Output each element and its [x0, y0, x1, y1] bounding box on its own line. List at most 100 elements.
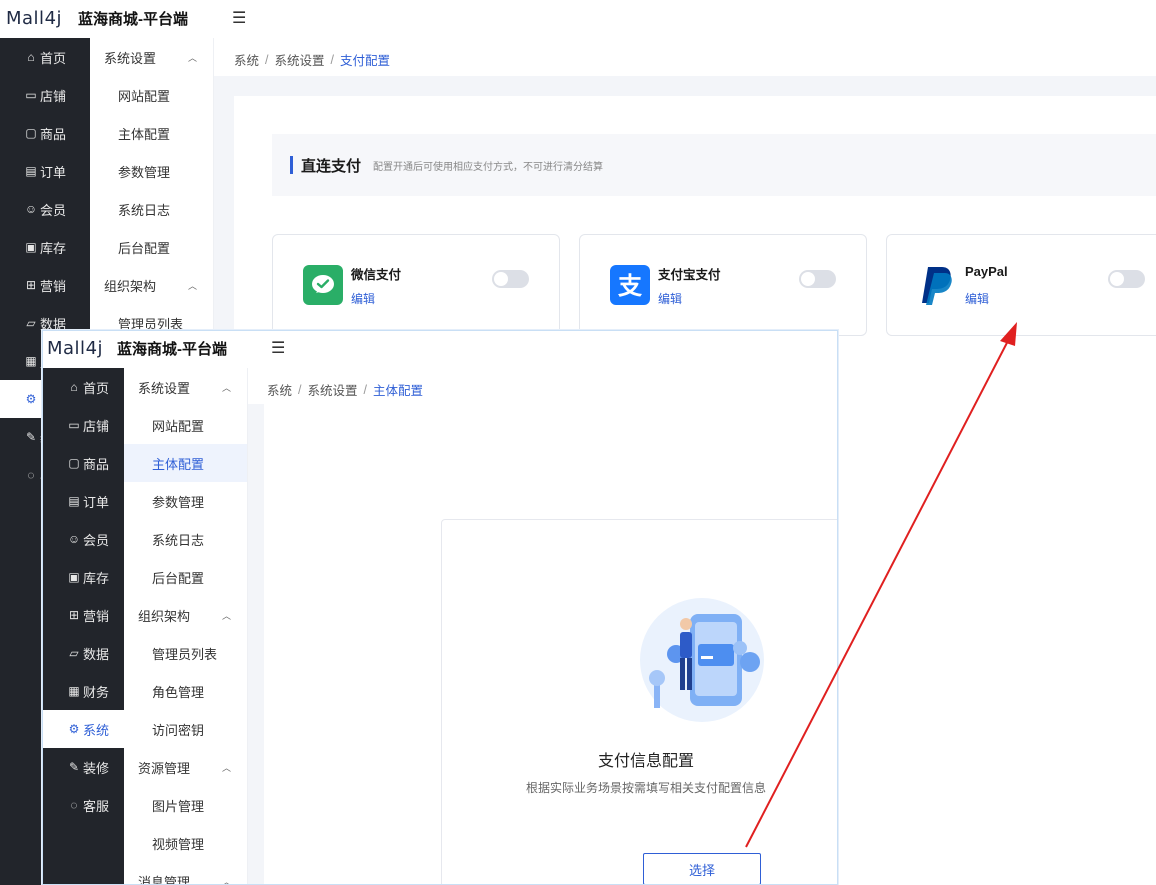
alipay-edit-link[interactable]: 编辑	[658, 290, 682, 307]
nav-item-label: 系统	[83, 722, 110, 738]
sub-nav-item[interactable]: 后台配置	[124, 558, 247, 596]
sub-nav-item[interactable]: 网站配置	[124, 406, 247, 444]
paypal-edit-link[interactable]: 编辑	[965, 290, 989, 307]
sub-nav-group[interactable]: 资源管理 ︿	[124, 748, 247, 786]
sub-nav-group[interactable]: 系统设置 ︿	[90, 38, 213, 76]
sub-nav-item[interactable]: 视频管理	[124, 824, 247, 862]
breadcrumb-item[interactable]: 系统	[234, 50, 259, 69]
nav-item[interactable]: ▤ 订单	[43, 482, 124, 520]
home-icon: ⌂	[27, 50, 35, 64]
paypal-name: PayPal	[965, 264, 1008, 279]
chat-icon: ◌	[27, 468, 35, 482]
nav-item[interactable]: ☺ 会员	[0, 190, 90, 228]
sub-nav-item[interactable]: 参数管理	[124, 482, 247, 520]
nav-item[interactable]: ▱ 数据	[43, 634, 124, 672]
alipay-toggle[interactable]	[799, 270, 836, 288]
finance-icon: ▦	[25, 354, 37, 368]
chevron-up-icon: ︿	[221, 610, 231, 621]
payment-config-card: 支付信息配置 根据实际业务场景按需填写相关支付配置信息 选择	[441, 519, 837, 884]
bg-breadcrumb: 系统 / 系统设置 / 支付配置	[234, 50, 390, 69]
member-icon: ☺	[24, 202, 38, 216]
sub-nav-item[interactable]: 参数管理	[90, 152, 213, 190]
paypal-icon	[917, 265, 957, 305]
settings-icon: ⚙	[68, 722, 80, 736]
nav-item-label: 首页	[40, 50, 67, 66]
payment-illustration	[632, 594, 772, 724]
menu-fold-icon[interactable]: ☰	[232, 8, 246, 28]
sub-nav-group[interactable]: 组织架构 ︿	[124, 596, 247, 634]
sub-nav-item[interactable]: 主体配置	[124, 444, 247, 482]
sub-nav-label: 资源管理	[138, 760, 191, 776]
sub-nav-group[interactable]: 组织架构 ︿	[90, 266, 213, 304]
nav-item-label: 财务	[83, 684, 110, 700]
sub-nav-item[interactable]: 角色管理	[124, 672, 247, 710]
nav-item-label: 会员	[40, 202, 67, 218]
nav-item[interactable]: ⊞ 营销	[43, 596, 124, 634]
nav-item[interactable]: ▭ 店铺	[43, 406, 124, 444]
finance-icon: ▦	[68, 684, 80, 698]
paypal-card: PayPal 编辑	[886, 234, 1156, 336]
direct-pay-section-header: 直连支付 配置开通后可使用相应支付方式，不可进行清分结算	[272, 134, 1156, 196]
sub-nav-item[interactable]: 主体配置	[90, 114, 213, 152]
gift-icon: ⊞	[68, 608, 80, 622]
fg-logo: Mall4j	[47, 337, 104, 359]
inventory-icon: ▣	[68, 570, 80, 584]
alipay-icon: 支	[610, 265, 650, 305]
breadcrumb-item[interactable]: 系统设置	[308, 380, 358, 399]
breadcrumb-current: 支付配置	[340, 54, 391, 68]
sub-nav-item[interactable]: 管理员列表	[124, 634, 247, 672]
sub-nav-item[interactable]: 系统日志	[124, 520, 247, 558]
member-icon: ☺	[67, 532, 81, 546]
nav-item[interactable]: ▢ 商品	[0, 114, 90, 152]
fg-breadcrumb: 系统 / 系统设置 / 主体配置	[267, 380, 423, 399]
nav-item[interactable]: ▦财务	[43, 672, 124, 710]
breadcrumb-item[interactable]: 系统设置	[275, 50, 325, 69]
menu-fold-icon[interactable]: ☰	[271, 338, 285, 358]
wechat-pay-edit-link[interactable]: 编辑	[351, 290, 375, 307]
sub-nav-label: 后台配置	[118, 240, 171, 256]
decoration-icon: ✎	[25, 430, 37, 444]
sub-nav-group[interactable]: 消息管理 ︿	[124, 862, 247, 885]
breadcrumb-item[interactable]: 系统	[267, 380, 292, 399]
nav-item[interactable]: ▤ 订单	[0, 152, 90, 190]
nav-item-label: 库存	[83, 570, 110, 586]
nav-item[interactable]: ⊞ 营销	[0, 266, 90, 304]
nav-item[interactable]: ⚙系统	[43, 710, 124, 748]
decoration-icon: ✎	[68, 760, 80, 774]
nav-item-label: 店铺	[40, 88, 67, 104]
nav-item[interactable]: ◌ 客服	[43, 786, 124, 824]
nav-item[interactable]: ✎装修	[43, 748, 124, 786]
nav-item[interactable]: ☺ 会员	[43, 520, 124, 558]
sub-nav-item[interactable]: 系统日志	[90, 190, 213, 228]
paypal-toggle[interactable]	[1108, 270, 1145, 288]
nav-item[interactable]: ▣ 库存	[43, 558, 124, 596]
fg-main-sidebar: ⌂ 首页 ▭ 店铺 ▢ 商品 ▤ 订单 ☺ 会员 ▣ 库存 ⊞ 营销 ▱ 数据 ▦ 财务 ⚙ 系统 ✎ 装修 ◌ 客服	[43, 368, 124, 884]
alipay-card: 支 支付宝支付 编辑	[579, 234, 867, 336]
nav-item-label: 营销	[83, 608, 110, 624]
sub-nav-item[interactable]: 后台配置	[90, 228, 213, 266]
shop-icon: ▭	[68, 418, 80, 432]
nav-item[interactable]: ⌂ 首页	[0, 38, 90, 76]
breadcrumb-current: 主体配置	[373, 384, 424, 398]
sub-nav-item[interactable]: 图片管理	[124, 786, 247, 824]
sub-nav-label: 网站配置	[118, 88, 171, 104]
sub-nav-label: 管理员列表	[152, 646, 218, 662]
order-icon: ▤	[68, 494, 80, 508]
nav-item[interactable]: ▣ 库存	[0, 228, 90, 266]
sub-nav-label: 系统日志	[118, 202, 171, 218]
select-button[interactable]: 选择	[643, 853, 761, 884]
wechat-pay-toggle[interactable]	[492, 270, 529, 288]
nav-item[interactable]: ▢ 商品	[43, 444, 124, 482]
nav-item-label: 首页	[83, 380, 110, 396]
home-icon: ⌂	[70, 380, 78, 394]
sub-nav-item[interactable]: 访问密钥	[124, 710, 247, 748]
data-icon: ▱	[26, 316, 36, 330]
sub-nav-item[interactable]: 网站配置	[90, 76, 213, 114]
nav-item[interactable]: ▭ 店铺	[0, 76, 90, 114]
sub-nav-group[interactable]: 系统设置 ︿	[124, 368, 247, 406]
chat-icon: ◌	[70, 798, 78, 812]
chevron-up-icon: ︿	[221, 382, 231, 393]
nav-item[interactable]: ⌂ 首页	[43, 368, 124, 406]
payment-config-desc: 根据实际业务场景按需填写相关支付配置信息	[525, 781, 766, 795]
nav-item-label: 商品	[83, 456, 110, 472]
